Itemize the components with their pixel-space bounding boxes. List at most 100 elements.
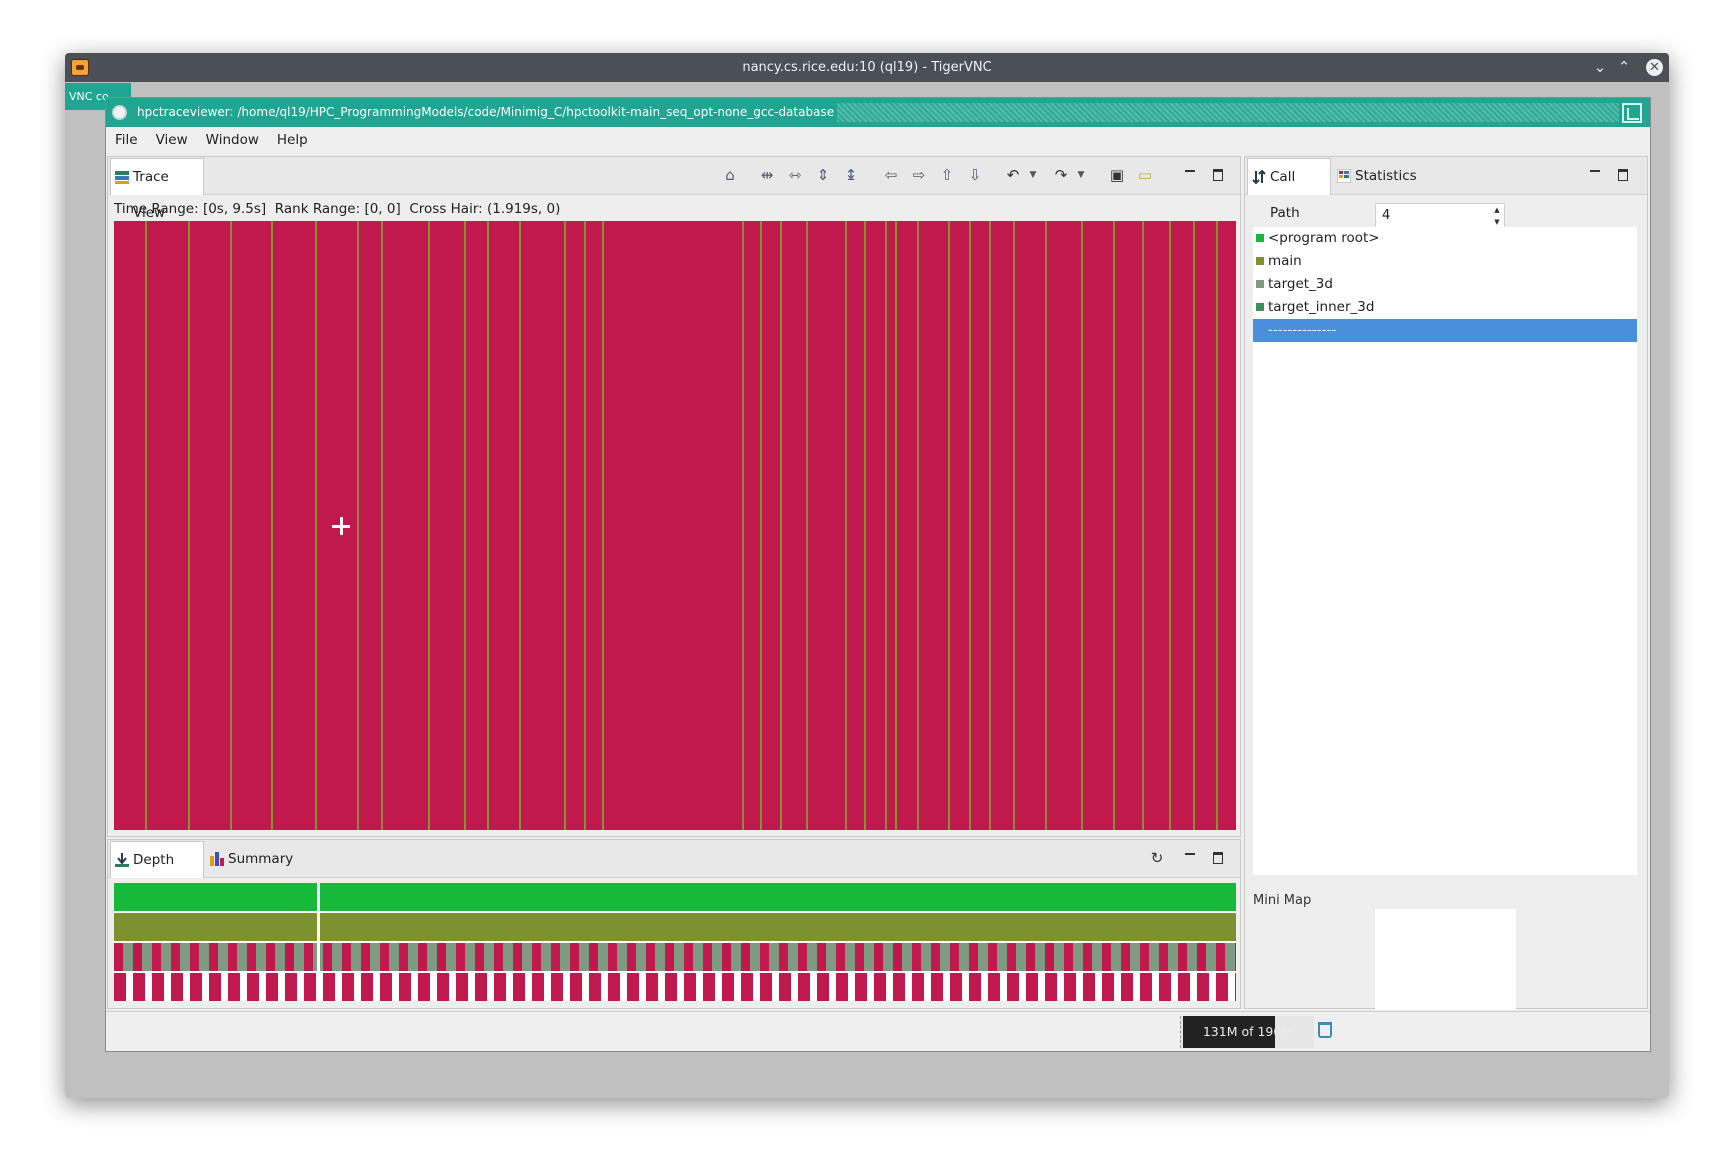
spin-up-icon[interactable]: ▲	[1490, 204, 1504, 216]
tab-depth-view[interactable]: Depth View	[110, 841, 204, 904]
depth-segment	[608, 943, 617, 971]
call-path-item-label: --------------	[1268, 322, 1337, 338]
depth-segment	[1206, 943, 1216, 971]
depth-segment	[1102, 973, 1114, 1001]
color-swatch	[1256, 303, 1264, 311]
trace-sample-stripe	[863, 221, 866, 830]
depth-segment	[734, 973, 741, 1001]
depth-segment	[304, 973, 316, 1001]
vnc-title: nancy.cs.rice.edu:10 (ql19) - TigerVNC	[742, 60, 992, 75]
fit-horizontal-icon[interactable]: ⇹	[758, 166, 776, 184]
titlebar-drag-area[interactable]	[837, 103, 1619, 122]
depth-segment	[247, 973, 259, 1001]
menu-file[interactable]: File	[106, 127, 147, 153]
tab-statistics[interactable]: Statistics	[1333, 158, 1419, 195]
depth-segment	[582, 973, 589, 1001]
tab-trace-view[interactable]: Trace View	[110, 158, 204, 221]
trace-sample-stripe	[584, 221, 587, 830]
refresh-icon[interactable]: ↻	[1148, 849, 1166, 867]
depth-segment	[684, 943, 693, 971]
fit-vertical-icon[interactable]: ⇕	[814, 166, 832, 184]
depth-segment	[1057, 973, 1064, 1001]
depth-segment	[1171, 973, 1178, 1001]
redo-icon[interactable]: ↷	[1052, 166, 1070, 184]
depth-segment	[1152, 973, 1159, 1001]
depth-row-main	[114, 913, 1236, 941]
minimize-panel-icon[interactable]	[1182, 849, 1198, 865]
tab-summary-view[interactable]: Summary View	[206, 841, 320, 903]
save-icon[interactable]: ▣	[1108, 166, 1126, 184]
depth-spinner[interactable]: 4 ▲ ▼	[1375, 203, 1505, 229]
depth-segment	[323, 943, 332, 971]
depth-segment	[389, 943, 399, 971]
minimize-panel-icon[interactable]	[1587, 166, 1603, 182]
depth-segment	[1111, 943, 1121, 971]
depth-segment	[152, 973, 164, 1001]
redo-dropdown-icon[interactable]: ▼	[1072, 166, 1090, 184]
depth-segment	[126, 973, 133, 1001]
depth-segment	[772, 973, 779, 1001]
arrow-left-icon[interactable]: ⇦	[882, 166, 900, 184]
minimize-panel-icon[interactable]	[1182, 166, 1198, 182]
call-path-item[interactable]: <program root>	[1253, 227, 1637, 250]
depth-segment	[703, 973, 715, 1001]
depth-segment	[760, 973, 772, 1001]
depth-segment	[323, 973, 335, 1001]
arrow-right-icon[interactable]: ⇨	[910, 166, 928, 184]
depth-segment	[836, 943, 845, 971]
call-path-item[interactable]: target_inner_3d	[1253, 296, 1637, 319]
depth-segment	[247, 943, 256, 971]
depth-segment	[1178, 973, 1190, 1001]
heap-status: 131M of 190M	[1180, 1016, 1314, 1048]
maximize-panel-icon[interactable]	[1210, 166, 1226, 182]
call-path-tree: <program root> main target_3d target_inner_…	[1253, 227, 1637, 875]
depth-segment	[658, 973, 665, 1001]
depth-segment	[285, 973, 297, 1001]
trash-icon[interactable]	[1318, 1022, 1332, 1038]
close-icon[interactable]: ✕	[1646, 59, 1663, 76]
mini-map[interactable]	[1375, 909, 1516, 1010]
menu-window[interactable]: Window	[197, 127, 268, 153]
minimize-icon[interactable]: ⌄	[1589, 53, 1611, 82]
depth-segment	[826, 943, 836, 971]
depth-segment	[1102, 943, 1111, 971]
undo-icon[interactable]: ↶	[1004, 166, 1022, 184]
restore-window-icon[interactable]	[1622, 103, 1642, 123]
depth-canvas[interactable]	[114, 883, 1236, 1001]
depth-segment	[332, 943, 342, 971]
depth-segment	[563, 973, 570, 1001]
depth-segment	[1140, 943, 1149, 971]
call-path-item[interactable]: main	[1253, 250, 1637, 273]
depth-segment	[1121, 943, 1130, 971]
depth-segment	[997, 943, 1007, 971]
trace-sample-stripe	[519, 221, 522, 830]
arrow-up-icon[interactable]: ⇧	[938, 166, 956, 184]
menu-view[interactable]: View	[147, 127, 197, 153]
home-icon[interactable]: ⌂	[721, 166, 739, 184]
maximize-icon[interactable]: ⌃	[1613, 53, 1635, 82]
shrink-horizontal-icon[interactable]: ⇿	[786, 166, 804, 184]
depth-segment	[579, 943, 589, 971]
spinner-arrows[interactable]: ▲ ▼	[1490, 204, 1504, 228]
open-folder-icon[interactable]: ▭	[1136, 166, 1154, 184]
tab-call-path[interactable]: Call Path	[1247, 158, 1331, 221]
call-path-item[interactable]: target_3d	[1253, 273, 1637, 296]
undo-dropdown-icon[interactable]: ▼	[1024, 166, 1042, 184]
arrow-down-icon[interactable]: ⇩	[966, 166, 984, 184]
menu-help[interactable]: Help	[268, 127, 317, 153]
shrink-vertical-icon[interactable]: ↨	[842, 166, 860, 184]
call-path-item[interactable]: --------------	[1253, 319, 1637, 342]
app-titlebar: hpctraceviewer: /home/ql19/HPC_Programmi…	[106, 98, 1650, 127]
depth-segment	[1168, 943, 1178, 971]
depth-segment	[456, 973, 468, 1001]
depth-segment	[202, 973, 209, 1001]
depth-segment	[855, 943, 864, 971]
trace-sample-stripe	[969, 221, 972, 830]
depth-segment	[320, 913, 1236, 941]
rank-range-label: Rank Range: [0, 0]	[274, 201, 401, 217]
depth-segment	[320, 883, 1236, 911]
trace-canvas[interactable]	[114, 221, 1236, 830]
maximize-panel-icon[interactable]	[1210, 849, 1226, 865]
trace-sample-stripe	[806, 221, 809, 830]
maximize-panel-icon[interactable]	[1615, 166, 1631, 182]
